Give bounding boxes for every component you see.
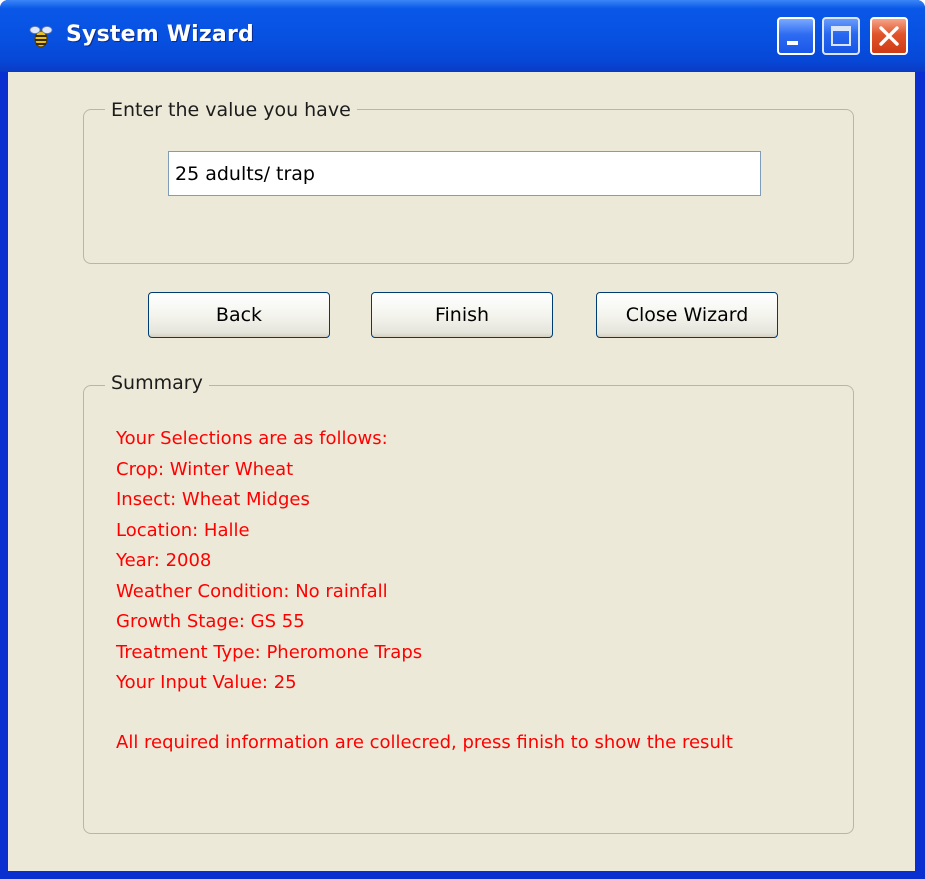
summary-line: Year: 2008 bbox=[116, 550, 212, 571]
title-bar[interactable]: System Wizard bbox=[0, 0, 925, 72]
bee-icon bbox=[29, 26, 53, 48]
window-title: System Wizard bbox=[66, 22, 254, 47]
summary-line: Crop: Winter Wheat bbox=[116, 458, 294, 480]
summary-line: Location: Halle bbox=[116, 519, 250, 541]
summary-line: Insect: Wheat Midges bbox=[116, 489, 310, 510]
summary-line: Treatment Type: Pheromone Traps bbox=[116, 641, 423, 663]
summary-line: Weather Condition: No rainfall bbox=[116, 580, 388, 602]
maximize-button[interactable] bbox=[822, 17, 860, 55]
minimize-icon bbox=[787, 41, 798, 45]
finish-button[interactable]: Finish bbox=[371, 292, 553, 338]
close-wizard-button[interactable]: Close Wizard bbox=[596, 292, 778, 338]
maximize-icon bbox=[831, 26, 851, 46]
close-button[interactable] bbox=[870, 17, 908, 55]
summary-text: Your Selections are as follows: Crop: Wi… bbox=[116, 424, 816, 758]
minimize-button[interactable] bbox=[777, 17, 815, 55]
back-button[interactable]: Back bbox=[148, 292, 330, 338]
summary-line: Your Input Value: 25 bbox=[116, 672, 297, 693]
summary-group-legend: Summary bbox=[105, 372, 209, 394]
wizard-client-area: Enter the value you have Back Finish Clo… bbox=[8, 72, 915, 871]
summary-line: Your Selections are as follows: bbox=[116, 428, 388, 449]
close-icon bbox=[879, 26, 899, 46]
summary-line: Growth Stage: GS 55 bbox=[116, 611, 305, 632]
wizard-window: System Wizard Enter the value you have B… bbox=[0, 0, 925, 879]
value-input[interactable] bbox=[168, 151, 761, 196]
summary-note: All required information are collecred, … bbox=[116, 731, 733, 753]
input-group-legend: Enter the value you have bbox=[105, 99, 357, 121]
